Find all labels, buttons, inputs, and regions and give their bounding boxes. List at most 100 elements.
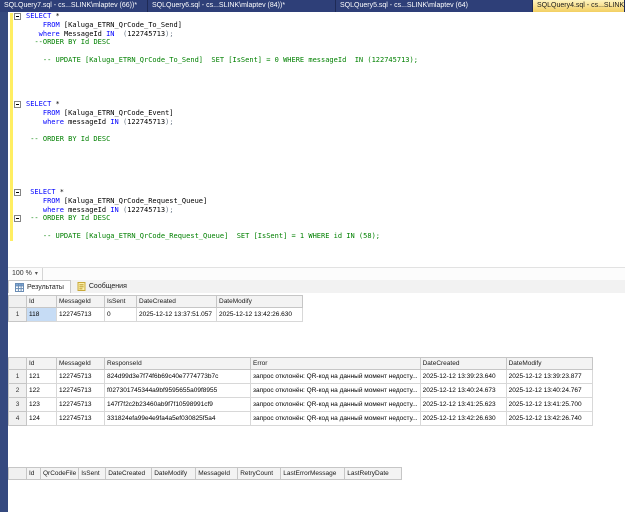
column-header[interactable]: Id [26,357,57,370]
grid-corner[interactable] [8,357,27,370]
grid-cell[interactable]: 122745713 [56,369,105,384]
grid-cell[interactable]: 2025-12-12 13:39:23.877 [505,369,593,384]
code-line[interactable]: -- UPDATE [Kaluga_ETRN_QrCode_Request_Qu… [8,232,625,241]
code-line[interactable] [8,170,625,179]
collapse-region-icon[interactable] [14,188,21,196]
column-header[interactable]: RetryCount [237,467,282,480]
column-header[interactable]: MessageId [56,295,105,308]
code-line[interactable] [8,47,625,56]
column-header[interactable]: DateCreated [419,357,507,370]
document-tab[interactable]: SQLQuery5.sql - cs...SLINK\mlaptev (64) [336,0,533,12]
code-line[interactable]: FROM [Kaluga_ETRN_QrCode_Event] [8,109,625,118]
code-line[interactable]: FROM [Kaluga_ETRN_QrCode_To_Send] [8,21,625,30]
code-line[interactable]: SELECT * [8,12,625,21]
row-header[interactable]: 3 [8,397,27,412]
grid-cell[interactable]: 2025-12-12 13:39:23.640 [419,369,507,384]
grid-cell[interactable]: 331824efa99e4e9fa4a5ef030825f5a4 [104,411,251,426]
row-header[interactable]: 2 [8,383,27,398]
grid-cell[interactable]: 122745713 [56,383,105,398]
row-header[interactable]: 1 [8,307,27,322]
collapse-region-icon[interactable] [14,100,21,108]
column-header[interactable]: Id [26,467,41,480]
column-header[interactable]: Error [250,357,421,370]
code-line[interactable]: SELECT * [8,100,625,109]
column-header[interactable]: DateModify [216,295,303,308]
code-line[interactable] [8,82,625,91]
results-pane-tab[interactable]: Результаты [8,280,71,293]
column-header[interactable]: LastErrorMessage [280,467,346,480]
grid-cell[interactable]: 2025-12-12 13:41:25.623 [419,397,507,412]
grid-cell[interactable]: f027301745344a9bf9595655a09f8955 [104,383,251,398]
column-header[interactable]: MessageId [56,357,105,370]
column-header[interactable]: MessageId [195,467,239,480]
code-line[interactable]: -- ORDER BY Id DESC [8,135,625,144]
code-token: messageId [63,205,111,214]
column-header[interactable]: IsSent [104,295,137,308]
code-line[interactable]: where messageId IN (122745713); [8,206,625,215]
column-header[interactable]: IsSent [78,467,107,480]
grid-cell[interactable]: запрос отклонён: QR-код на данный момент… [250,411,421,426]
results-pane-tab[interactable]: Сообщения [71,280,133,293]
grid-cell[interactable]: 124 [26,411,57,426]
code-line[interactable] [8,65,625,74]
zoom-level-combo[interactable]: 100 % ▾ [8,268,43,280]
column-header[interactable]: LastRetryDate [344,467,403,480]
grid-cell[interactable]: 2025-12-12 13:40:24.767 [505,383,593,398]
document-tab[interactable]: SQLQuery6.sql - cs...SLINK\mlaptev (84))… [148,0,336,12]
code-line[interactable]: SELECT * [8,188,625,197]
grid-cell[interactable]: запрос отклонён: QR-код на данный момент… [250,397,421,412]
grid-cell[interactable]: 2025-12-12 13:37:51.057 [136,307,217,322]
code-line[interactable] [8,162,625,171]
grid-cell[interactable]: запрос отклонён: QR-код на данный момент… [250,383,421,398]
code-token: IN [106,29,115,38]
code-line[interactable]: -- UPDATE [Kaluga_ETRN_QrCode_To_Send] S… [8,56,625,65]
column-header[interactable]: DateModify [151,467,197,480]
column-header[interactable]: ResponseId [104,357,251,370]
collapse-region-icon[interactable] [14,13,21,20]
collapse-region-icon[interactable] [14,215,21,223]
grid-cell[interactable]: 824d99d3e7f74f6b69c40e7774773b7c [104,369,251,384]
grid-cell[interactable]: 2025-12-12 13:42:26.630 [419,411,507,426]
code-line[interactable] [8,126,625,135]
grid-corner[interactable] [8,295,27,308]
grid-cell[interactable]: 122745713 [56,307,105,322]
grid-cell[interactable]: 122745713 [56,397,105,412]
document-tab[interactable]: SQLQuery4.sql - cs...SLINK\mlaptev (7... [533,0,625,12]
code-line[interactable] [8,74,625,83]
code-line[interactable]: --ORDER BY Id DESC [8,38,625,47]
grid-cell[interactable]: 123 [26,397,57,412]
grid-cell[interactable]: 122 [26,383,57,398]
column-header[interactable]: DateCreated [105,467,153,480]
grid-cell[interactable]: 121 [26,369,57,384]
code-line[interactable]: where MessageId IN (122745713); [8,30,625,39]
code-line[interactable] [8,223,625,232]
code-line[interactable] [8,153,625,162]
row-header[interactable]: 4 [8,411,27,426]
ssms-window: SQLQuery7.sql - cs...SLINK\mlaptev (66))… [0,0,625,512]
row-header[interactable]: 1 [8,369,27,384]
grid-cell[interactable]: запрос отклонён: QR-код на данный момент… [250,369,421,384]
code-line[interactable] [8,144,625,153]
grid-corner[interactable] [8,467,27,480]
code-line[interactable]: -- ORDER BY Id DESC [8,214,625,223]
code-line[interactable]: where messageId IN (122745713); [8,118,625,127]
column-header[interactable]: DateModify [505,357,593,370]
grid-cell[interactable]: 2025-12-12 13:40:24.673 [419,383,507,398]
column-header[interactable]: DateCreated [136,295,217,308]
code-line[interactable] [8,179,625,188]
code-line[interactable]: FROM [Kaluga_ETRN_QrCode_Request_Queue] [8,197,625,206]
grid-cell[interactable]: 2025-12-12 13:41:25.700 [505,397,593,412]
code-line[interactable] [8,91,625,100]
grid-cell[interactable]: 0 [104,307,137,322]
grid-cell[interactable]: 2025-12-12 13:42:26.740 [505,411,593,426]
grid-cell[interactable]: 2025-12-12 13:42:26.630 [216,307,303,322]
grid-cell[interactable]: 147f7f2c2b23460ab9f7f10598991cf9 [104,397,251,412]
code-area[interactable]: SELECT * FROM [Kaluga_ETRN_QrCode_To_Sen… [8,12,625,241]
column-header[interactable]: QrCodeFile [39,467,80,480]
grid-cell[interactable]: 122745713 [56,411,105,426]
grid-cell[interactable]: 118 [26,307,57,322]
sql-editor[interactable]: SELECT * FROM [Kaluga_ETRN_QrCode_To_Sen… [8,12,625,267]
document-tab[interactable]: SQLQuery7.sql - cs...SLINK\mlaptev (66))… [0,0,148,12]
column-header[interactable]: Id [26,295,57,308]
